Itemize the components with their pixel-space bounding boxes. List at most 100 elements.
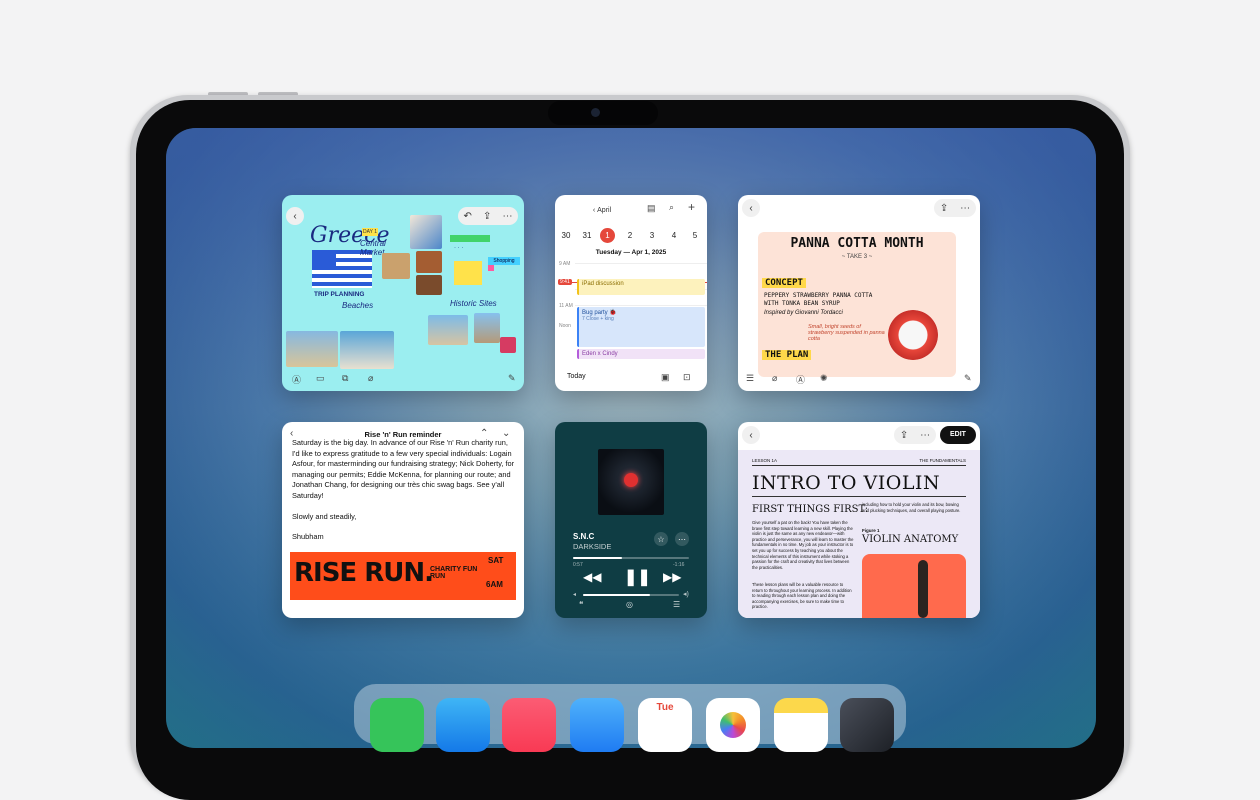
historic-sites-note: Historic Sites <box>450 299 497 308</box>
freeform-toolbar: ↶ ⇪ ⋯ <box>458 207 518 225</box>
day-4[interactable]: 4 <box>665 231 683 240</box>
queue-icon[interactable]: ☰ <box>673 600 680 609</box>
back-icon[interactable]: ‹ <box>742 426 760 444</box>
today-button[interactable]: Today <box>567 373 586 380</box>
folder-icon[interactable]: ▭ <box>318 602 327 613</box>
column-2-text: including how to hold your violin and it… <box>862 502 961 513</box>
calendars-icon[interactable]: ▣ <box>661 372 670 383</box>
day-30[interactable]: 30 <box>557 231 575 240</box>
more-icon[interactable]: ⋯ <box>920 430 930 441</box>
airplay-icon[interactable]: ◎ <box>626 600 633 609</box>
fast-forward-icon[interactable]: ▶▶ <box>663 570 681 584</box>
hand-note: Small, bright seeds of strawberry suspen… <box>808 324 885 342</box>
lyrics-icon[interactable]: ❝ <box>579 600 583 609</box>
rewind-icon[interactable]: ◀◀ <box>583 570 601 584</box>
compose-icon[interactable]: ✎ <box>502 602 510 613</box>
inbox-icon[interactable]: ⊡ <box>683 372 691 383</box>
month-back-button[interactable]: ‹ April <box>585 201 619 219</box>
date-heading: Tuesday — Apr 1, 2025 <box>595 249 667 256</box>
beaches-note: Beaches <box>342 301 374 310</box>
undo-icon[interactable]: ↶ <box>464 211 472 222</box>
mail-app-icon[interactable] <box>570 698 624 752</box>
day-1-selected[interactable]: 1 <box>600 228 615 243</box>
attachment-icon[interactable]: ⌀ <box>368 373 373 384</box>
shapes-icon[interactable]: ⧉ <box>342 373 348 384</box>
photo-dish <box>382 253 410 279</box>
music-app-icon[interactable] <box>502 698 556 752</box>
track-title: S.N.C <box>573 532 595 541</box>
volume-fill <box>583 594 651 596</box>
rule <box>752 496 966 497</box>
share-icon[interactable]: ⇪ <box>483 211 491 222</box>
calendar-app-icon[interactable]: Tue <box>638 698 692 752</box>
volume-low-icon: ◂ <box>573 592 577 598</box>
banner-title: RISE RUN. <box>294 558 434 588</box>
trash-icon[interactable]: 🗑 <box>292 602 303 613</box>
calendar-app-day: Tue <box>656 702 674 713</box>
day-31[interactable]: 31 <box>578 231 596 240</box>
violin-diagram <box>862 554 966 618</box>
favorite-star-icon[interactable]: ☆ <box>654 532 668 546</box>
attachment-icon[interactable]: ⌀ <box>772 373 777 384</box>
compose-icon[interactable]: ✎ <box>964 373 972 384</box>
recipe-title: PANNA COTTA MONTH <box>790 236 924 251</box>
pen-tool-icon[interactable]: Ⓐ <box>292 373 301 386</box>
pause-icon[interactable]: ❚❚ <box>624 567 651 587</box>
recipe-page: PANNA COTTA MONTH ~ TAKE 3 ~ CONCEPT PEP… <box>758 232 956 377</box>
share-icon[interactable]: ⇪ <box>940 203 948 214</box>
edit-button[interactable]: EDIT <box>940 426 976 444</box>
photo-market <box>410 215 442 249</box>
event-bug-party[interactable]: Bug party 🐞 7 Close + king <box>577 307 705 347</box>
music-window[interactable]: S.N.C DARKSIDE ☆ ⋯ 0:57 -1:16 ◀◀ ❚❚ ▶▶ ◂… <box>555 422 707 618</box>
event-title: Bug party 🐞 <box>582 310 617 316</box>
add-icon[interactable]: + <box>688 200 695 214</box>
column-1-text: Give yourself a pat on the back! You hav… <box>752 520 854 570</box>
rule <box>752 465 966 466</box>
day-3[interactable]: 3 <box>643 231 661 240</box>
view-toggle-icon[interactable]: ▤ <box>647 203 656 214</box>
text-tool-icon[interactable]: ▭ <box>316 373 325 384</box>
event-ipad-discussion[interactable]: iPad discussion <box>577 279 705 295</box>
photos-app-icon[interactable] <box>706 698 760 752</box>
message-signoff: Slowly and steadily, <box>292 511 357 521</box>
notes-app-icon[interactable] <box>774 698 828 752</box>
back-icon[interactable]: ‹ <box>286 207 304 225</box>
progress-bar[interactable] <box>573 557 689 559</box>
compose-icon[interactable]: ✎ <box>508 373 516 384</box>
green-tag <box>450 235 490 242</box>
freeform-window[interactable]: ‹ ↶ ⇪ ⋯ Greece TRIP PLANNING DAY 1 Centr… <box>282 195 524 391</box>
app-library-folder-icon[interactable] <box>840 698 894 752</box>
share-icon[interactable]: ⇪ <box>900 430 908 441</box>
lesson-label: LESSON 1A <box>752 458 778 463</box>
current-time-badge: 9:41 <box>558 279 572 285</box>
calendar-window[interactable]: ‹ April ▤ ⌕ + 30 31 1 2 3 4 5 Tuesday — … <box>555 195 707 391</box>
messages-app-icon[interactable] <box>370 698 424 752</box>
mail-window[interactable]: ‹ Rise 'n' Run reminder ⌃ ⌄ Saturday is … <box>282 422 524 618</box>
photos-flower-icon <box>720 712 746 738</box>
message-paragraph: Saturday is the big day. In advance of o… <box>292 438 515 500</box>
checklist-icon[interactable]: ☰ <box>746 373 754 384</box>
search-icon[interactable]: ⌕ <box>669 202 674 213</box>
books-window[interactable]: ‹ ⇪ ⋯ EDIT LESSON 1A THE FUNDAMENTALS IN… <box>738 422 980 618</box>
day-2[interactable]: 2 <box>621 231 639 240</box>
writing-tools-icon[interactable]: ✺ <box>820 373 828 384</box>
markup-icon[interactable]: Ⓐ <box>796 373 805 386</box>
back-icon[interactable]: ‹ <box>742 199 760 217</box>
message-sender: Shubham <box>292 532 324 542</box>
day-5[interactable]: 5 <box>686 231 704 240</box>
volume-high-icon: ◂) <box>683 591 689 598</box>
album-art <box>598 449 664 515</box>
more-icon[interactable]: ⋯ <box>960 203 970 214</box>
banner-subtitle: CHARITY FUN RUN <box>430 566 478 580</box>
photo-village <box>340 331 394 369</box>
event-eden-cindy[interactable]: Eden x Cindy <box>577 349 705 359</box>
remaining-time: -1:16 <box>673 562 685 568</box>
reply-icon[interactable]: ↩ <box>344 602 352 613</box>
notes-window[interactable]: ‹ ⇪ ⋯ PANNA COTTA MONTH ~ TAKE 3 ~ CONCE… <box>738 195 980 391</box>
volume-slider[interactable] <box>583 594 679 596</box>
concept-text: PEPPERY STRAWBERRY PANNA COTTA WITH TONK… <box>764 292 873 307</box>
more-icon[interactable]: ⋯ <box>502 211 512 222</box>
notes-toolbar: ⇪ ⋯ <box>934 199 976 217</box>
more-icon[interactable]: ⋯ <box>675 532 689 546</box>
safari-app-icon[interactable] <box>436 698 490 752</box>
